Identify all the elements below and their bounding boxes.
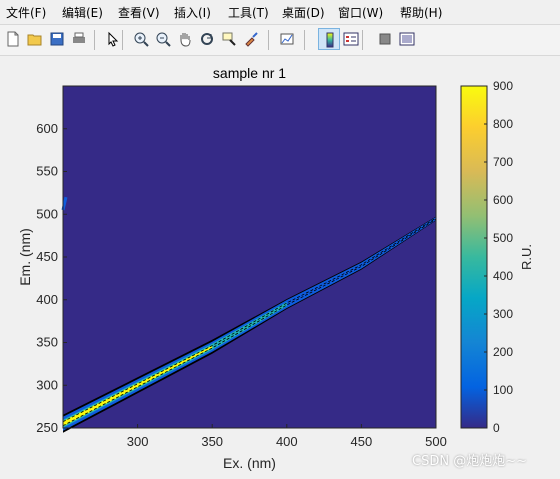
show-plot-tools-button[interactable] [396,28,418,50]
x-tick-label: 400 [276,434,298,449]
watermark-text: CSDN @炮炮炮~~ [412,454,527,469]
menu-tools[interactable]: 工具(T) [228,4,269,21]
y-axis-label: Em. (nm) [17,228,33,286]
colorbar-tick-label: 600 [493,193,513,207]
toolbar-separator [362,30,363,50]
menu-file[interactable]: 文件(F) [6,4,46,21]
brush-button[interactable] [240,28,262,50]
menu-window[interactable]: 窗口(W) [338,4,383,21]
plot-svg: 300 350 400 450 500 250 300 350 400 450 500 550 600 s… [17,65,534,471]
x-tick-label: 450 [351,434,373,449]
menu-help[interactable]: 帮助(H) [400,4,442,21]
colorbar-tick-label: 700 [493,155,513,169]
chart-title: sample nr 1 [213,65,286,81]
hide-plot-tools-button[interactable] [374,28,396,50]
y-tick-label: 450 [36,249,58,264]
link-plot-button[interactable] [276,28,298,50]
toolbar-separator [94,30,95,50]
zoom-out-button[interactable] [152,28,174,50]
colorbar-tick-label: 300 [493,307,513,321]
insert-colorbar-button[interactable] [318,28,340,50]
figure-toolbar [0,24,560,56]
x-axis-label: Ex. (nm) [223,455,276,471]
toolbar-separator [304,30,305,50]
new-figure-button[interactable] [2,28,24,50]
colorbar-label: R.U. [519,244,534,270]
x-tick-label: 300 [127,434,149,449]
x-tick-label: 350 [201,434,223,449]
toolbar-separator [268,30,269,50]
colorbar-tick-label: 500 [493,231,513,245]
menu-desktop[interactable]: 桌面(D) [282,4,325,21]
open-file-button[interactable] [24,28,46,50]
colorbar-tick-label: 100 [493,383,513,397]
print-button[interactable] [68,28,90,50]
menu-bar: 文件(F) 编辑(E) 查看(V) 插入(I) 工具(T) 桌面(D) 窗口(W) 帮助(H) [0,0,560,24]
y-tick-label: 600 [36,121,58,136]
y-tick-label: 500 [36,206,58,221]
colorbar-tick-label: 800 [493,117,513,131]
y-tick-label: 550 [36,164,58,179]
menu-insert[interactable]: 插入(I) [174,4,211,21]
menu-view[interactable]: 查看(V) [118,4,160,21]
colorbar [460,85,488,429]
insert-legend-button[interactable] [340,28,362,50]
colorbar-tick-label: 200 [493,345,513,359]
colorbar-tick-label: 900 [493,79,513,93]
y-tick-label: 350 [36,335,58,350]
x-tick-label: 500 [425,434,447,449]
y-tick-label: 300 [36,377,58,392]
pan-hand-button[interactable] [174,28,196,50]
save-button[interactable] [46,28,68,50]
figure-canvas: 300 350 400 450 500 250 300 350 400 450 500 550 600 s… [0,56,560,475]
colorbar-tick-label: 400 [493,269,513,283]
zoom-in-button[interactable] [130,28,152,50]
data-cursor-button[interactable] [218,28,240,50]
menu-edit[interactable]: 编辑(E) [62,4,103,21]
y-tick-label: 250 [36,420,58,435]
colorbar-tick-label: 0 [493,421,500,435]
rotate-3d-button[interactable] [196,28,218,50]
y-tick-label: 400 [36,292,58,307]
select-arrow-button[interactable] [102,28,124,50]
